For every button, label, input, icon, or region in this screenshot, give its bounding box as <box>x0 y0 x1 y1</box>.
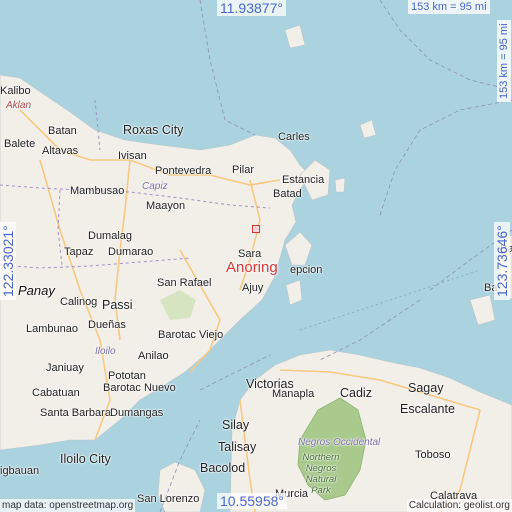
place-altavas: Altavas <box>42 145 79 157</box>
place-pilar: Pilar <box>232 164 255 176</box>
place-pototan: Pototan <box>108 370 146 382</box>
place-san-rafael: San Rafael <box>157 277 212 289</box>
place-barotac-nuevo: Barotac Nuevo <box>103 382 176 394</box>
scale-horizontal: 153 km = 95 mi <box>408 0 490 14</box>
place-roxas-city: Roxas City <box>123 123 184 137</box>
place-dumarao: Dumarao <box>108 246 154 258</box>
place-iloilo-city: Iloilo City <box>60 452 111 466</box>
place-estancia: Estancia <box>282 174 325 186</box>
place-victorias: Victorias <box>246 377 294 391</box>
place-barotac-viejo: Barotac Viejo <box>158 329 224 341</box>
ferry-line <box>299 269 481 331</box>
negros-island <box>229 349 512 512</box>
location-label[interactable]: Anoring <box>226 259 278 276</box>
place-escalante: Escalante <box>400 402 455 416</box>
place-balete: Balete <box>4 138 36 150</box>
place-tigbauan: igbauan <box>0 465 40 477</box>
place-talisay: Talisay <box>218 440 257 454</box>
place-capiz: Capiz <box>142 181 168 192</box>
place-panay: Panay <box>18 283 55 298</box>
place-dumalag: Dumalag <box>88 230 133 242</box>
place-mambusao: Mambusao <box>70 185 125 197</box>
place-pontevedra: Pontevedra <box>155 165 212 177</box>
place-iloilo: Iloilo <box>95 346 116 357</box>
map-canvas[interactable]: Kalibo Aklan Batan Balete Altavas Roxas … <box>0 0 512 512</box>
coord-right: 123.73646° <box>494 222 510 300</box>
place-sagay: Sagay <box>408 381 444 395</box>
place-batan: Batan <box>48 125 77 137</box>
place-silay: Silay <box>222 418 250 432</box>
island-6 <box>284 24 306 49</box>
attribution-geolist[interactable]: Calculation: geolist.org <box>406 499 512 512</box>
place-dumangas: Dumangas <box>110 407 164 419</box>
place-san-lorenzo: San Lorenzo <box>137 493 200 505</box>
place-cabatuan: Cabatuan <box>32 387 80 399</box>
place-carles: Carles <box>278 131 310 143</box>
place-maayon: Maayon <box>146 200 186 212</box>
place-passi: Passi <box>102 298 133 312</box>
place-batad: Batad <box>273 188 302 200</box>
place-cadiz: Cadiz <box>340 386 372 400</box>
scale-vertical: 153 km = 95 mi <box>497 20 511 102</box>
island-5 <box>359 119 377 139</box>
place-tapaz: Tapaz <box>64 246 94 258</box>
place-calinog: Calinog <box>60 296 98 308</box>
island-2 <box>284 231 313 266</box>
place-aklan: Aklan <box>6 100 32 111</box>
place-duenas: Dueñas <box>88 319 126 331</box>
place-janiuay: Janiuay <box>46 362 84 374</box>
place-ivisan: Ivisan <box>118 150 147 162</box>
coord-left: 122.33021° <box>0 222 16 300</box>
place-santa-barbara: Santa Barbara <box>40 407 111 419</box>
attribution-osm[interactable]: map data: openstreetmap.org <box>0 499 136 512</box>
location-marker-icon[interactable] <box>252 225 260 233</box>
coord-top: 11.93877° <box>217 0 286 16</box>
island-4 <box>334 177 346 193</box>
place-negros-occidental: Negros Occidental <box>298 437 381 448</box>
island-3 <box>285 279 303 306</box>
place-toboso: Toboso <box>415 449 451 461</box>
island-7 <box>469 294 496 326</box>
place-concepcion: epcion <box>290 264 323 276</box>
place-kalibo: Kalibo <box>0 85 31 97</box>
coord-bottom: 10.55958° <box>217 493 287 509</box>
place-ajuy: Ajuy <box>242 282 264 294</box>
place-anilao: Anilao <box>138 350 169 362</box>
place-bacolod: Bacolod <box>200 461 246 475</box>
place-lambunao: Lambunao <box>26 323 78 335</box>
